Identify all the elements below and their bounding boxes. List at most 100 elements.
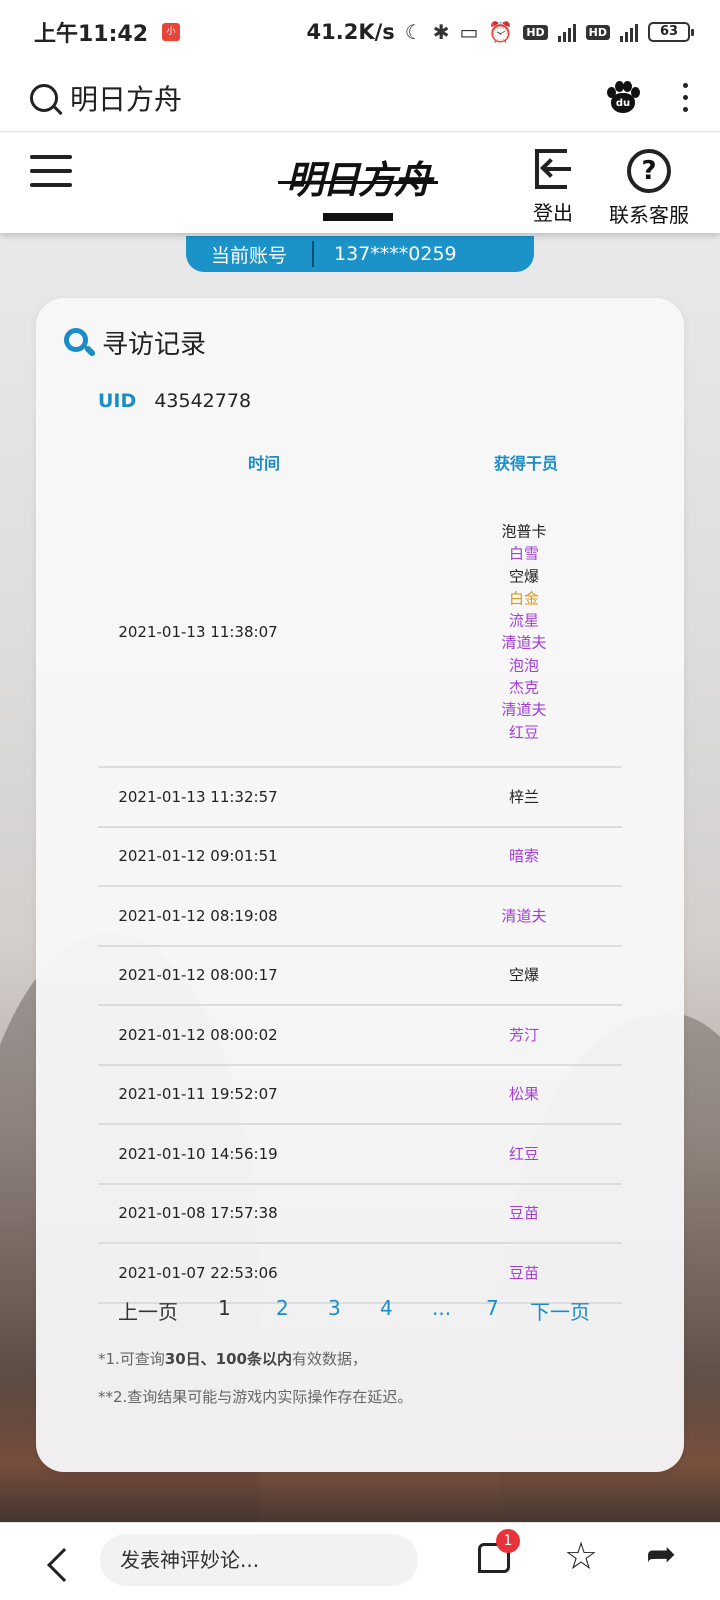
operator-name: 清道夫 (501, 634, 547, 652)
operator-name: 红豆 (508, 723, 539, 742)
network-speed: 41.2K/s (306, 20, 395, 44)
comment-count-badge: 1 (496, 1529, 520, 1553)
page-1-current[interactable]: 1 (218, 1296, 231, 1320)
note1-part-c: 有效数据， (292, 1350, 368, 1368)
battery-icon: 63 (648, 22, 694, 42)
account-value: 137****0259 (334, 243, 457, 265)
signal-4g-icon (620, 22, 638, 42)
table-row: 2021-01-08 17:57:38 豆苗 (98, 1185, 624, 1244)
bluetooth-icon: ✱ (432, 20, 450, 44)
table-row: 2021-01-12 08:19:08 清道夫 (98, 887, 622, 947)
uid-label: UID (98, 390, 137, 412)
arknights-logo[interactable]: 明日方舟 (278, 143, 438, 225)
card-title-text: 寻访记录 (102, 330, 207, 360)
column-header-time: 时间 (247, 454, 280, 473)
row-time: 2021-01-12 08:00:17 (118, 966, 278, 985)
operator-name: 白金 (508, 589, 539, 608)
support-label: 联系客服 (609, 203, 689, 227)
next-page-button[interactable]: 下一页 (530, 1296, 590, 1325)
row-operators: 空爆 (424, 964, 624, 986)
current-account-pill: 当前账号 137****0259 (186, 236, 534, 272)
logout-label: 登出 (533, 201, 573, 225)
operator-name: 泡普卡 (501, 522, 547, 541)
moon-icon: ☾ (404, 20, 423, 44)
table-row: 2021-01-12 08:00:02 芳汀 (98, 1006, 622, 1066)
hd-icon: HD (523, 24, 548, 40)
prev-page-button[interactable]: 上一页 (118, 1296, 178, 1325)
status-bar: 上午11:42 小 41.2K/s ☾ ✱ ▭ ⏰ HD HD 63 (0, 0, 720, 64)
share-icon[interactable]: ➦ (646, 1537, 676, 1573)
menu-icon[interactable] (30, 155, 72, 187)
browser-search-bar[interactable]: 明日方舟 du (0, 64, 720, 132)
note-delay: **2.查询结果可能与游戏内实际操作存在延迟。 (98, 1388, 413, 1406)
page-2-link[interactable]: 2 (276, 1296, 289, 1320)
gacha-history-card: 寻访记录 UID 43542778 时间 获得干员 2021-01-13 11:… (36, 298, 684, 1472)
operator-name: 芳汀 (508, 1025, 539, 1044)
status-time: 上午11:42 (34, 22, 149, 47)
pagination: 上一页 1 2 3 4 ... 7 下一页 (36, 1296, 684, 1336)
row-time: 2021-01-10 14:56:19 (118, 1144, 278, 1163)
page-4-link[interactable]: 4 (380, 1296, 393, 1320)
operator-name: 松果 (508, 1085, 539, 1104)
operator-name: 空爆 (508, 567, 539, 586)
support-button[interactable]: ? 联系客服 (604, 149, 694, 228)
vibrate-icon: ▭ (459, 20, 479, 44)
row-operators: 清道夫 (424, 905, 624, 927)
logo-line (278, 181, 438, 184)
column-header-operators: 获得干员 (493, 454, 558, 473)
row-time: 2021-01-13 11:32:57 (118, 787, 278, 806)
status-icons: 41.2K/s ☾ ✱ ▭ ⏰ HD HD 63 (306, 20, 694, 44)
note1-part-a: *1.可查询 (98, 1350, 165, 1368)
logout-button[interactable]: 登出 (528, 149, 578, 226)
hd-icon-2: HD (585, 24, 610, 40)
operator-name: 豆苗 (508, 1204, 539, 1223)
signal-5g-icon (557, 22, 576, 42)
row-time: 2021-01-11 19:52:07 (118, 1085, 278, 1104)
operator-name: 流星 (508, 611, 539, 630)
row-operators: 梓兰 (424, 786, 624, 808)
uid-value: 43542778 (154, 390, 252, 412)
note1-part-b: 30日、100条以内 (164, 1350, 292, 1368)
more-icon[interactable] (680, 83, 690, 112)
row-operators: 泡普卡 白雪 空爆 白金 流星 清道夫 泡泡 杰克 清道夫 红豆 (424, 521, 624, 744)
table-row: 2021-01-12 08:00:17 空爆 (98, 947, 624, 1006)
page-3-link[interactable]: 3 (328, 1296, 341, 1320)
page-7-link[interactable]: 7 (486, 1296, 499, 1320)
search-query[interactable]: 明日方舟 (70, 78, 182, 118)
row-time: 2021-01-08 17:57:38 (118, 1204, 278, 1223)
operator-name: 空爆 (508, 966, 539, 985)
row-operators: 暗索 (424, 845, 624, 867)
account-label: 当前账号 (210, 244, 287, 267)
magnifier-icon (64, 326, 97, 360)
logo-subbar (323, 213, 393, 221)
alarm-icon: ⏰ (488, 20, 514, 44)
row-operators: 红豆 (424, 1143, 624, 1165)
table-row: 2021-01-13 11:38:07 泡普卡 白雪 空爆 白金 流星 清道夫 泡泡 杰克 清道夫… (98, 498, 622, 768)
table-row: 2021-01-10 14:56:19 红豆 (98, 1125, 622, 1185)
operator-name: 暗索 (508, 847, 539, 866)
baidu-paw-icon[interactable]: du (606, 80, 640, 115)
comment-input[interactable]: 发表神评妙论... (100, 1534, 418, 1586)
operator-name: 泡泡 (508, 656, 539, 675)
paw-pad: du (611, 92, 635, 113)
row-operators: 松果 (424, 1083, 624, 1105)
row-operators: 芳汀 (424, 1024, 624, 1046)
operator-name: 杰克 (508, 678, 539, 697)
site-header: 明日方舟 登出 ? 联系客服 (0, 133, 720, 233)
logout-icon (533, 149, 573, 191)
row-time: 2021-01-12 08:00:02 (118, 1025, 278, 1044)
row-operators: 豆苗 (424, 1202, 624, 1224)
row-time: 2021-01-13 11:38:07 (118, 623, 278, 641)
star-icon[interactable]: ☆ (564, 1537, 598, 1575)
operator-name: 红豆 (508, 1144, 539, 1163)
browser-bottom-bar: 发表神评妙论... 1 ☆ ➦ (0, 1522, 720, 1600)
back-icon[interactable] (47, 1548, 81, 1582)
table-row: 2021-01-07 22:53:06 豆苗 (98, 1244, 622, 1304)
row-time: 2021-01-12 09:01:51 (118, 847, 278, 866)
operator-name: 清道夫 (501, 700, 547, 719)
table-row: 2021-01-12 09:01:51 暗索 (98, 828, 624, 887)
operator-name: 豆苗 (508, 1263, 539, 1282)
history-table: 2021-01-13 11:38:07 泡普卡 白雪 空爆 白金 流星 清道夫 泡泡 杰克 清道夫… (98, 498, 622, 1304)
search-icon[interactable] (30, 83, 58, 112)
card-title: 寻访记录 (64, 324, 206, 361)
